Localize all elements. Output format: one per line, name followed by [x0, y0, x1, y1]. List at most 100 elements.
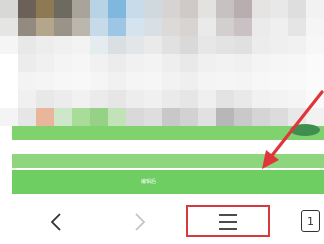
mosaic-tile — [90, 54, 108, 72]
annotation-highlight-box — [186, 205, 270, 237]
mosaic-tile — [234, 0, 252, 18]
mosaic-tile — [270, 54, 288, 72]
mosaic-tile — [198, 72, 216, 90]
mosaic-tile — [72, 0, 90, 18]
mosaic-tile — [36, 108, 54, 126]
mosaic-tile — [234, 36, 252, 54]
mosaic-tile — [36, 90, 54, 108]
mosaic-tile — [18, 72, 36, 90]
mosaic-tile — [162, 36, 180, 54]
mosaic-tile — [18, 36, 36, 54]
mosaic-tile — [54, 108, 72, 126]
banner-caption: 编辑后 — [141, 179, 157, 185]
mosaic-tile — [252, 36, 270, 54]
mosaic-tile — [144, 36, 162, 54]
mosaic-tile — [162, 18, 180, 36]
mosaic-tile — [252, 18, 270, 36]
mosaic-tile — [144, 54, 162, 72]
back-button[interactable] — [36, 200, 76, 244]
mosaic-tile — [72, 72, 90, 90]
mosaic-tile — [0, 18, 18, 36]
mosaic-tile — [270, 36, 288, 54]
mosaic-tile — [0, 36, 18, 54]
mosaic-tile — [126, 108, 144, 126]
green-banner[interactable] — [12, 170, 324, 194]
mosaic-tile — [54, 36, 72, 54]
mosaic-tile — [288, 90, 306, 108]
mosaic-tile — [162, 72, 180, 90]
mosaic-tile — [108, 36, 126, 54]
mosaic-tile — [18, 18, 36, 36]
mosaic-tile — [18, 0, 36, 18]
mosaic-tile — [36, 18, 54, 36]
mosaic-tile — [36, 54, 54, 72]
chevron-left-icon — [50, 213, 61, 231]
tabs-count-button[interactable]: 1 — [301, 210, 320, 232]
mosaic-tile — [144, 18, 162, 36]
mosaic-tile — [72, 108, 90, 126]
mosaic-tile — [180, 108, 198, 126]
mosaic-tile — [144, 90, 162, 108]
bottom-navigation-bar — [0, 200, 324, 244]
mosaic-tile — [108, 108, 126, 126]
mosaic-tile — [234, 108, 252, 126]
mosaic-tile — [144, 108, 162, 126]
mosaic-tile — [126, 90, 144, 108]
mosaic-tile — [0, 0, 18, 18]
mosaic-tile — [234, 54, 252, 72]
mosaic-tile — [270, 18, 288, 36]
mosaic-tile — [198, 36, 216, 54]
mosaic-tile — [252, 90, 270, 108]
mosaic-tile — [54, 18, 72, 36]
mosaic-tile — [252, 72, 270, 90]
mosaic-tile — [180, 18, 198, 36]
mosaic-tile — [198, 54, 216, 72]
mosaic-tile — [162, 0, 180, 18]
mosaic-tile — [144, 72, 162, 90]
mosaic-tile — [144, 0, 162, 18]
mosaic-tile — [252, 108, 270, 126]
mosaic-tile — [108, 90, 126, 108]
mosaic-band — [12, 140, 324, 154]
mosaic-tile — [270, 108, 288, 126]
mosaic-tile — [0, 90, 18, 108]
mosaic-tile — [306, 36, 324, 54]
mosaic-tile — [126, 54, 144, 72]
mosaic-tile — [306, 54, 324, 72]
mosaic-tile — [126, 18, 144, 36]
mosaic-blob — [290, 124, 320, 136]
mosaic-tile — [234, 90, 252, 108]
mosaic-tile — [306, 72, 324, 90]
mosaic-tile — [108, 54, 126, 72]
mosaic-tile — [288, 18, 306, 36]
mosaic-band — [12, 126, 324, 140]
mosaic-tile — [0, 108, 18, 126]
forward-button[interactable] — [120, 200, 160, 244]
mosaic-tile — [90, 0, 108, 18]
mosaic-tile — [216, 72, 234, 90]
mosaic-tile — [162, 108, 180, 126]
mosaic-tile — [126, 72, 144, 90]
mosaic-tile — [72, 36, 90, 54]
chevron-right-icon — [135, 213, 146, 231]
mosaic-tile — [90, 108, 108, 126]
blurred-page-content: 编辑后 — [0, 0, 324, 200]
mosaic-tile — [90, 72, 108, 90]
mosaic-tile — [216, 90, 234, 108]
mosaic-tile — [162, 54, 180, 72]
mosaic-tile — [198, 108, 216, 126]
mosaic-tile — [72, 90, 90, 108]
mosaic-tile — [108, 18, 126, 36]
mosaic-tile — [270, 72, 288, 90]
mosaic-tile — [90, 36, 108, 54]
mosaic-tile — [0, 54, 18, 72]
mosaic-tile — [252, 54, 270, 72]
mosaic-tile — [288, 54, 306, 72]
mosaic-tile — [252, 0, 270, 18]
mosaic-tile — [216, 108, 234, 126]
browser-screen: 编辑后 1 — [0, 0, 324, 244]
mosaic-tile — [270, 0, 288, 18]
mosaic-tile — [306, 90, 324, 108]
mosaic-tile — [198, 18, 216, 36]
mosaic-tile — [288, 0, 306, 18]
